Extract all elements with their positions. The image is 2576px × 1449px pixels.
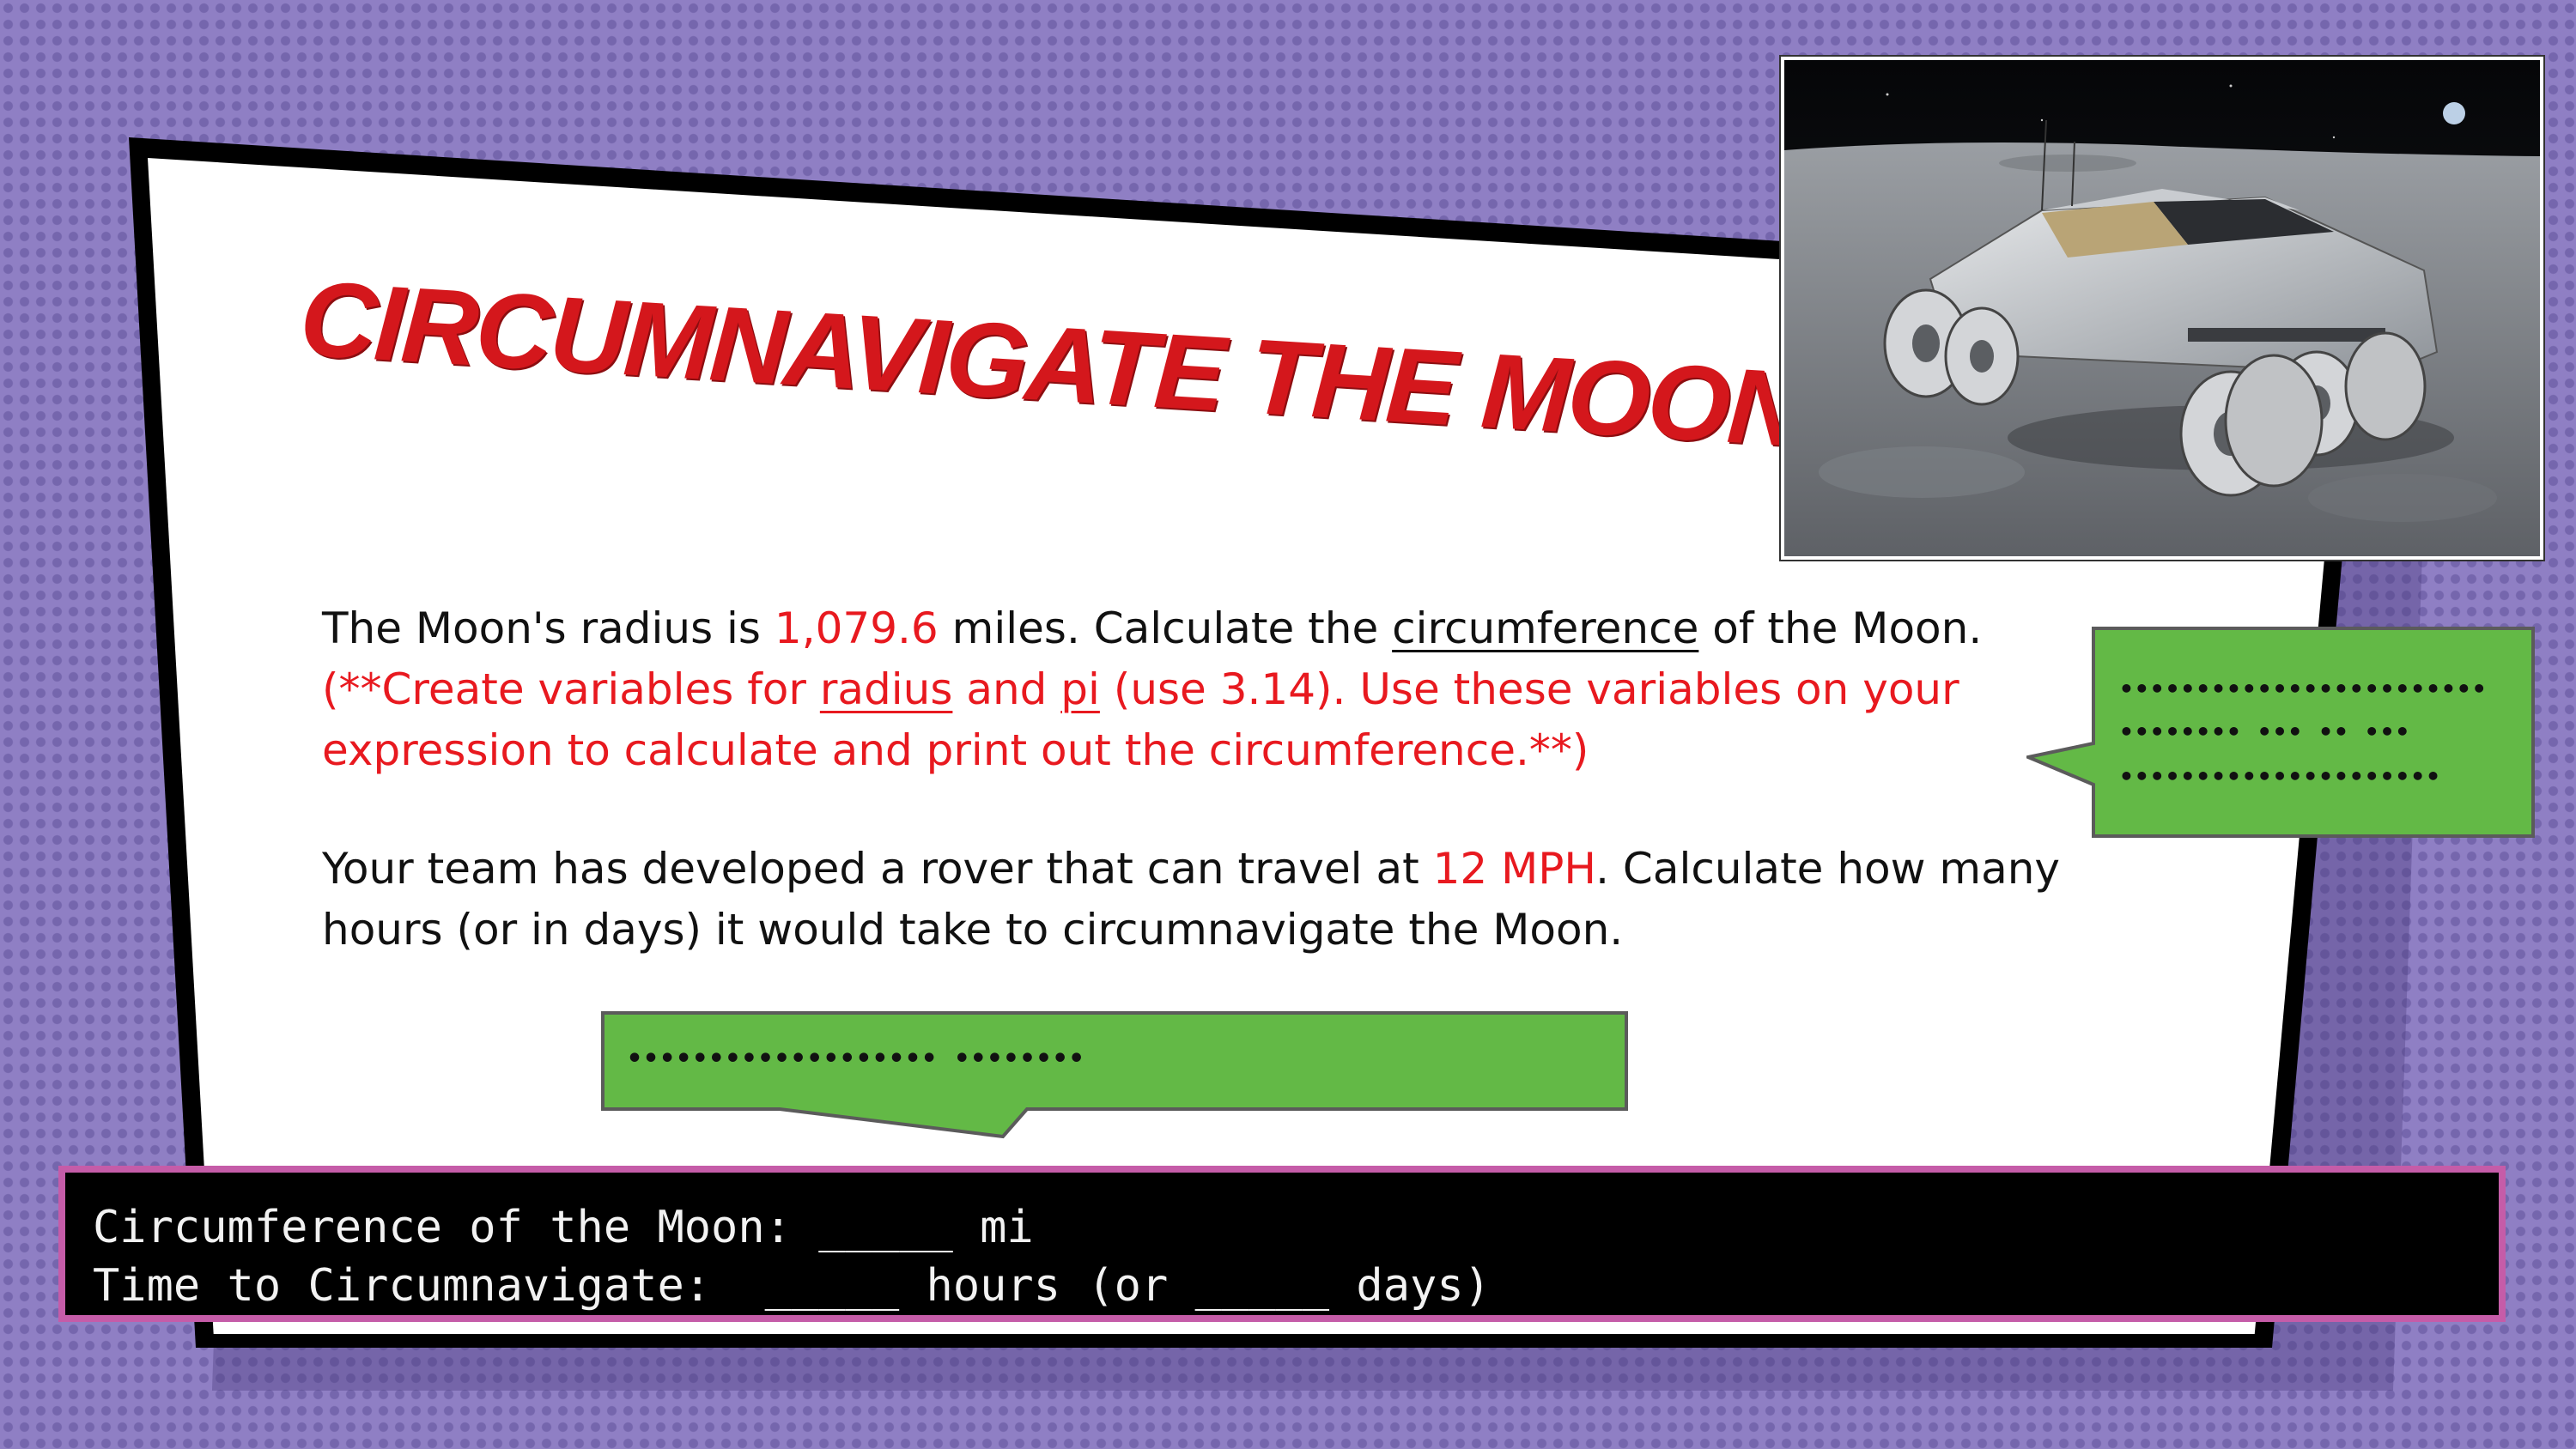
hint-bubble-bottom <box>599 1009 1630 1142</box>
radius-term: radius <box>819 664 953 714</box>
speed-value: 12 MPH <box>1432 844 1596 894</box>
console-output: Circumference of the Moon: _____ mi Time… <box>58 1166 2506 1322</box>
radius-value: 1,079.6 <box>774 603 939 653</box>
console-line-time: Time to Circumnavigate: _____ hours (or … <box>93 1260 1491 1312</box>
pi-term: pi <box>1060 664 1100 714</box>
lunar-rover-illustration <box>1784 60 2540 556</box>
hint-right-line-1: •••••••••••••••••••••••• <box>2119 675 2488 703</box>
console-line-circumference: Circumference of the Moon: _____ mi <box>93 1202 1034 1253</box>
hint-right-line-2: •••••••• ••• •• ••• <box>2119 718 2411 746</box>
circumference-term: circumference <box>1392 603 1699 653</box>
hint-right-line-3: ••••••••••••••••••••• <box>2119 762 2442 791</box>
lunar-rover-photo <box>1781 57 2543 560</box>
problem-1-text: The Moon's radius is 1,079.6 miles. Calc… <box>322 603 1983 775</box>
speech-bubble-shape-bottom <box>601 1011 1628 1139</box>
problem-2-text: Your team has developed a rover that can… <box>322 844 2061 955</box>
hint-bottom-text: ••••••••••••••••••• •••••••• <box>627 1044 1085 1074</box>
instruction-text: (**Create variables for radius and pi (u… <box>322 664 1959 775</box>
